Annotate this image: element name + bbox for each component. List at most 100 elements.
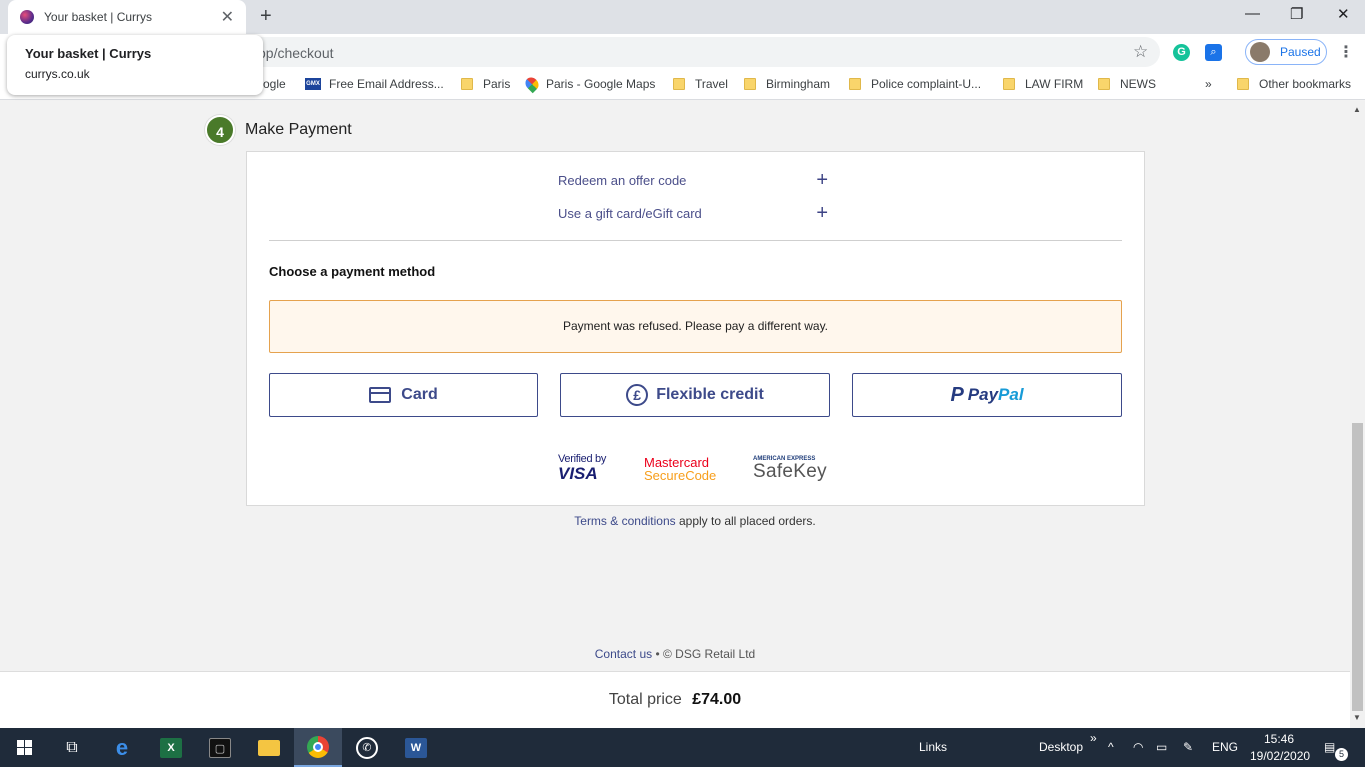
paypal-label-pal: Pal bbox=[998, 385, 1024, 404]
scroll-up-icon[interactable]: ▲ bbox=[1353, 105, 1361, 114]
app-icon[interactable]: ▢ bbox=[196, 728, 244, 767]
bookmark-police-complaint[interactable]: Police complaint-U... bbox=[849, 77, 981, 91]
new-tab-icon[interactable]: + bbox=[260, 5, 272, 28]
clock-time[interactable]: 15:46 bbox=[1264, 732, 1294, 746]
bookmark-other[interactable]: Other bookmarks bbox=[1237, 77, 1351, 91]
currys-favicon-icon bbox=[20, 10, 34, 24]
close-window-icon[interactable]: ✕ bbox=[1337, 5, 1350, 23]
tooltip-title: Your basket | Currys bbox=[25, 46, 152, 61]
bookmark-paris-maps[interactable]: Paris - Google Maps bbox=[522, 74, 655, 94]
flexible-credit-label: Flexible credit bbox=[656, 386, 764, 403]
payment-error-alert: Payment was refused. Please pay a differ… bbox=[269, 300, 1122, 353]
avatar bbox=[1250, 42, 1270, 62]
step-number-badge: 4 bbox=[205, 115, 235, 145]
folder-icon bbox=[849, 78, 861, 90]
pen-icon[interactable]: ✎ bbox=[1183, 740, 1193, 754]
toolbar-expand-icon[interactable]: » bbox=[1090, 731, 1097, 745]
mastercard-securecode-logo: Mastercard SecureCode bbox=[644, 455, 717, 483]
language-indicator[interactable]: ENG bbox=[1212, 740, 1238, 754]
expand-plus-icon: + bbox=[816, 169, 828, 191]
bookmark-news[interactable]: NEWS bbox=[1098, 77, 1156, 91]
windows-taskbar: ⧉ e X ▢ ✆ W Links Desktop » ^ ◠ ▭ ✎ ENG … bbox=[0, 728, 1365, 767]
bookmark-travel[interactable]: Travel bbox=[673, 77, 728, 91]
show-hidden-icons-icon[interactable]: ^ bbox=[1108, 740, 1114, 754]
tooltip-domain: currys.co.uk bbox=[25, 67, 90, 81]
terms-text: apply to all placed orders. bbox=[675, 514, 816, 528]
profile-button[interactable]: Paused bbox=[1245, 39, 1327, 65]
contact-us-link[interactable]: Contact us bbox=[595, 647, 652, 661]
tab-title: Your basket | Currys bbox=[44, 10, 153, 24]
gift-card-label: Use a gift card/eGift card bbox=[558, 206, 702, 221]
tab-tooltip: Your basket | Currys currys.co.uk bbox=[7, 35, 263, 95]
wifi-icon[interactable]: ◠ bbox=[1133, 740, 1143, 754]
gmx-icon: GMX bbox=[305, 78, 321, 90]
folder-icon bbox=[1237, 78, 1249, 90]
total-price-bar: Total price £74.00 bbox=[0, 671, 1350, 728]
page-scrollbar[interactable]: ▲ ▼ bbox=[1350, 101, 1365, 728]
browser-tab[interactable]: Your basket | Currys ✕ bbox=[8, 0, 246, 34]
edge-icon[interactable]: e bbox=[98, 728, 146, 767]
folder-icon bbox=[1003, 78, 1015, 90]
redeem-offer-label: Redeem an offer code bbox=[558, 173, 687, 188]
notifications-icon[interactable]: ▤ bbox=[1324, 740, 1335, 754]
browser-menu-icon[interactable]: ⋮ bbox=[1338, 42, 1354, 62]
word-icon[interactable]: W bbox=[392, 728, 440, 767]
folder-icon bbox=[461, 78, 473, 90]
excel-icon[interactable]: X bbox=[147, 728, 195, 767]
total-price-value: £74.00 bbox=[692, 691, 742, 708]
verified-by-visa-logo: Verified by VISA bbox=[558, 453, 607, 483]
links-toolbar[interactable]: Links bbox=[919, 740, 947, 754]
search-extension-icon[interactable]: ⌕ bbox=[1205, 44, 1222, 61]
flexible-credit-button[interactable]: £ Flexible credit bbox=[560, 373, 830, 417]
url-text: op/checkout bbox=[258, 45, 334, 61]
bookmark-birmingham[interactable]: Birmingham bbox=[744, 77, 830, 91]
bookmark-google[interactable]: ogle bbox=[263, 77, 286, 91]
redeem-offer-toggle[interactable]: Redeem an offer code + bbox=[558, 169, 828, 191]
folder-icon bbox=[744, 78, 756, 90]
amex-safekey-logo: AMERICAN EXPRESS SafeKey bbox=[753, 456, 827, 482]
paypal-button[interactable]: P Pay Pal bbox=[852, 373, 1122, 417]
expand-plus-icon: + bbox=[816, 202, 828, 224]
divider bbox=[269, 240, 1122, 241]
paypal-icon: P bbox=[950, 383, 964, 406]
payment-method-heading: Choose a payment method bbox=[269, 264, 436, 279]
footer: Contact us • © DSG Retail Ltd bbox=[0, 647, 1350, 661]
grammarly-extension-icon[interactable]: G bbox=[1173, 44, 1190, 61]
bookmark-star-icon[interactable]: ☆ bbox=[1133, 42, 1148, 62]
restore-icon[interactable]: ❐ bbox=[1290, 5, 1303, 23]
paypal-label-pay: Pay bbox=[967, 385, 999, 404]
payment-panel: Redeem an offer code + Use a gift card/e… bbox=[246, 151, 1145, 506]
pound-icon: £ bbox=[626, 384, 649, 406]
windows-logo-icon bbox=[16, 740, 32, 755]
gift-card-toggle[interactable]: Use a gift card/eGift card + bbox=[558, 202, 828, 224]
bookmark-law-firm[interactable]: LAW FIRM bbox=[1003, 77, 1083, 91]
terms-notice: Terms & conditions apply to all placed o… bbox=[0, 514, 1365, 528]
card-payment-button[interactable]: Card bbox=[269, 373, 538, 417]
folder-icon bbox=[1098, 78, 1110, 90]
bookmark-gmx[interactable]: GMX Free Email Address... bbox=[305, 77, 444, 91]
google-maps-icon bbox=[522, 74, 542, 94]
notification-count-badge: 5 bbox=[1335, 748, 1348, 761]
chrome-icon[interactable] bbox=[294, 728, 342, 767]
browser-tab-bar: Your basket | Currys ✕ + — ❐ ✕ bbox=[0, 0, 1365, 34]
credit-card-icon bbox=[369, 387, 392, 403]
clock-date[interactable]: 19/02/2020 bbox=[1250, 749, 1310, 763]
desktop-toolbar[interactable]: Desktop bbox=[1039, 740, 1083, 754]
close-tab-icon[interactable]: ✕ bbox=[221, 7, 234, 27]
scrollbar-thumb[interactable] bbox=[1352, 423, 1363, 711]
copyright-text: • © DSG Retail Ltd bbox=[652, 647, 756, 661]
whatsapp-icon[interactable]: ✆ bbox=[343, 728, 391, 767]
card-button-label: Card bbox=[401, 386, 438, 403]
terms-link[interactable]: Terms & conditions bbox=[574, 514, 675, 528]
minimize-icon[interactable]: — bbox=[1245, 5, 1260, 22]
file-explorer-icon[interactable] bbox=[245, 728, 293, 767]
more-bookmarks-icon[interactable]: » bbox=[1205, 77, 1212, 91]
battery-icon[interactable]: ▭ bbox=[1156, 740, 1167, 754]
step-title: Make Payment bbox=[245, 121, 352, 138]
scroll-down-icon[interactable]: ▼ bbox=[1353, 713, 1361, 722]
folder-icon bbox=[673, 78, 685, 90]
bookmark-paris[interactable]: Paris bbox=[461, 77, 510, 91]
start-button[interactable] bbox=[0, 728, 48, 767]
task-view-icon[interactable]: ⧉ bbox=[48, 728, 96, 767]
profile-status: Paused bbox=[1280, 45, 1321, 59]
